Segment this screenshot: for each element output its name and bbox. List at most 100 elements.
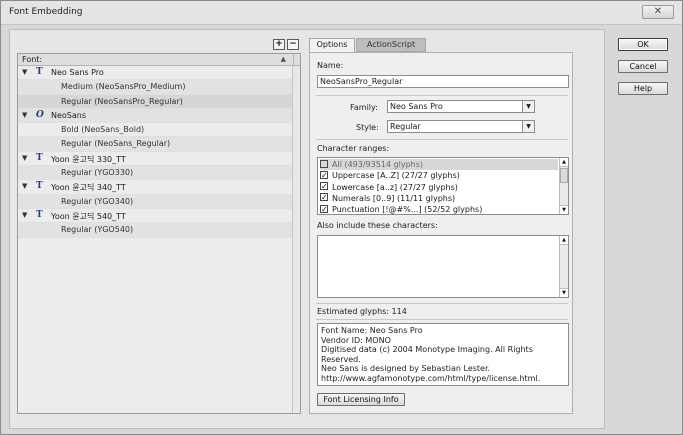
font-style-row[interactable]: Bold (NeoSans_Bold): [18, 123, 300, 138]
font-info-line: Neo Sans is designed by Sebastian Lester…: [321, 364, 491, 373]
divider: [316, 139, 568, 140]
character-range-checkbox[interactable]: [320, 159, 328, 168]
font-licensing-info-button[interactable]: Font Licensing Info: [317, 393, 405, 406]
ok-button[interactable]: OK: [618, 38, 668, 51]
close-button[interactable]: ✕: [642, 5, 674, 19]
ranges-scrollbar[interactable]: ▲ ▼: [559, 158, 568, 214]
font-style-row[interactable]: Regular (YGO540): [18, 223, 300, 238]
opentype-font-icon: O: [36, 109, 44, 120]
font-family-row[interactable]: ▼ T Yoon 윤고딕 340_TT: [18, 180, 300, 195]
family-select[interactable]: Neo Sans Pro ▼: [387, 100, 535, 113]
style-select[interactable]: Regular ▼: [387, 120, 535, 133]
font-style-label: Regular (YGO340): [61, 196, 134, 206]
triangle-down-icon[interactable]: ▼: [22, 211, 27, 219]
character-range-row[interactable]: Lowercase [a..z] (27/27 glyphs): [320, 182, 558, 193]
family-label: Family:: [350, 103, 378, 112]
font-info-line: Font Name: Neo Sans Pro: [321, 326, 423, 335]
font-family-row[interactable]: ▼ O NeoSans: [18, 108, 300, 124]
name-field[interactable]: NeoSansPro_Regular: [317, 75, 569, 88]
font-style-row[interactable]: Medium (NeoSansPro_Medium): [18, 80, 300, 95]
font-style-row[interactable]: Regular (NeoSansPro_Regular): [18, 94, 300, 109]
scroll-down-icon[interactable]: ▼: [560, 288, 568, 297]
scroll-up-icon[interactable]: ▲: [560, 236, 568, 245]
triangle-down-icon[interactable]: ▼: [22, 154, 27, 162]
name-label: Name:: [317, 61, 344, 70]
truetype-font-icon: T: [36, 152, 43, 163]
include-characters-label: Also include these characters:: [317, 221, 438, 230]
font-family-label: NeoSans: [51, 110, 87, 120]
divider: [316, 303, 568, 304]
font-style-label: Bold (NeoSans_Bold): [61, 125, 145, 135]
font-family-row[interactable]: ▼ T Neo Sans Pro: [18, 66, 300, 81]
font-style-label: Regular (NeoSansPro_Regular): [61, 96, 183, 106]
font-embedding-dialog: Font Embedding ✕ + − Font: ▲ ▼ T Neo Sans …: [0, 0, 683, 435]
chevron-down-icon: ▼: [522, 101, 534, 112]
character-ranges-label: Character ranges:: [317, 144, 390, 153]
font-style-label: Regular (YGO540): [61, 225, 134, 235]
character-range-label: Lowercase [a..z] (27/27 glyphs): [332, 182, 458, 192]
scroll-up-icon[interactable]: ▲: [560, 158, 568, 167]
character-range-checkbox[interactable]: [320, 204, 328, 213]
style-label: Style:: [356, 123, 379, 132]
truetype-font-icon: T: [36, 67, 43, 77]
help-button[interactable]: Help: [618, 82, 668, 95]
character-range-checkbox[interactable]: [320, 182, 328, 191]
triangle-down-icon[interactable]: ▼: [22, 68, 27, 76]
close-icon: ✕: [653, 6, 663, 17]
include-scrollbar[interactable]: ▲ ▼: [559, 236, 568, 297]
character-range-label: Uppercase [A..Z] (27/27 glyphs): [332, 171, 460, 181]
font-family-label: Yoon 윤고딕 340_TT: [51, 183, 126, 193]
triangle-down-icon[interactable]: ▼: [22, 182, 27, 190]
font-column-label: Font:: [22, 55, 43, 64]
truetype-font-icon: T: [36, 181, 43, 192]
main-panel: + − Font: ▲ ▼ T Neo Sans Pro Medium (NeoSan…: [9, 29, 605, 429]
family-select-value: Neo Sans Pro: [390, 102, 443, 111]
character-range-row[interactable]: Numerals [0..9] (11/11 glyphs): [320, 193, 558, 204]
font-info-box: Font Name: Neo Sans Pro Vendor ID: MONO …: [317, 323, 569, 386]
font-list-header[interactable]: Font: ▲: [18, 54, 300, 66]
triangle-down-icon[interactable]: ▼: [22, 111, 27, 119]
options-panel: Name: NeoSansPro_Regular Family: Neo San…: [309, 52, 573, 414]
cancel-button[interactable]: Cancel: [618, 60, 668, 73]
scroll-down-icon[interactable]: ▼: [560, 205, 568, 214]
font-style-row[interactable]: Regular (YGO330): [18, 166, 300, 181]
remove-font-button[interactable]: −: [287, 39, 299, 50]
character-range-label: Punctuation [!@#%...] (52/52 glyphs): [332, 205, 483, 215]
title-bar: Font Embedding ✕: [1, 1, 682, 25]
font-family-label: Yoon 윤고딕 330_TT: [51, 154, 126, 164]
font-info-line: http://www.agfamonotype.com/html/type/li…: [321, 373, 541, 383]
character-range-row[interactable]: Punctuation [!@#%...] (52/52 glyphs): [320, 204, 558, 215]
font-style-label: Medium (NeoSansPro_Medium): [61, 82, 186, 92]
truetype-font-icon: T: [36, 209, 43, 220]
character-range-label: All (493/93514 glyphs): [332, 160, 424, 169]
font-family-row[interactable]: ▼ T Yoon 윤고딕 330_TT: [18, 152, 300, 167]
font-info-line: Digitised data (c) 2004 Monotype Imaging…: [321, 345, 533, 364]
add-font-button[interactable]: +: [273, 39, 285, 50]
estimated-glyphs-label: Estimated glyphs: 114: [317, 307, 407, 316]
font-style-label: Regular (YGO330): [61, 168, 134, 178]
font-info-line: Vendor ID: MONO: [321, 335, 391, 345]
character-range-row[interactable]: Uppercase [A..Z] (27/27 glyphs): [320, 170, 558, 181]
font-family-row[interactable]: ▼ T Yoon 윤고딕 540_TT: [18, 209, 300, 224]
font-list-scrollbar[interactable]: [292, 66, 300, 413]
chevron-down-icon: ▼: [522, 121, 534, 132]
include-characters-textarea[interactable]: ▲ ▼: [317, 235, 569, 298]
font-family-label: Yoon 윤고딕 540_TT: [51, 211, 126, 221]
divider: [316, 319, 568, 320]
character-range-label: Numerals [0..9] (11/11 glyphs): [332, 193, 456, 203]
character-range-checkbox[interactable]: [320, 193, 328, 202]
font-family-label: Neo Sans Pro: [51, 68, 104, 77]
font-list: Font: ▲ ▼ T Neo Sans Pro Medium (NeoSansPro…: [17, 53, 301, 414]
character-range-checkbox[interactable]: [320, 170, 328, 179]
tab-options[interactable]: Options: [309, 38, 355, 52]
character-ranges-list: All (493/93514 glyphs) Uppercase [A..Z] (…: [317, 157, 569, 215]
font-style-label: Regular (NeoSans_Regular): [61, 139, 171, 149]
font-style-row[interactable]: Regular (YGO340): [18, 194, 300, 209]
font-style-row[interactable]: Regular (NeoSans_Regular): [18, 137, 300, 152]
tab-actionscript[interactable]: ActionScript: [356, 38, 426, 52]
scroll-thumb[interactable]: [560, 168, 568, 183]
font-rows: ▼ T Neo Sans Pro Medium (NeoSansPro_Medium)…: [18, 66, 300, 238]
character-range-row[interactable]: All (493/93514 glyphs): [320, 159, 558, 170]
style-select-value: Regular: [390, 122, 421, 131]
sort-arrow-icon: ▲: [280, 55, 286, 63]
